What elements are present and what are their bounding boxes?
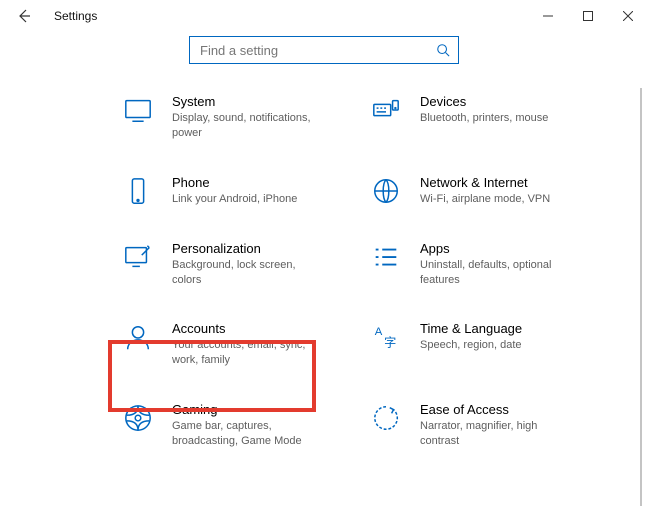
tile-title: Time & Language bbox=[420, 321, 522, 336]
minimize-button[interactable] bbox=[528, 0, 568, 32]
network-icon bbox=[370, 175, 402, 207]
system-icon bbox=[122, 94, 154, 126]
search-box[interactable] bbox=[189, 36, 459, 64]
tile-desc: Your accounts, email, sync, work, family bbox=[172, 338, 312, 368]
search-icon bbox=[436, 43, 450, 57]
tile-devices[interactable]: Devices Bluetooth, printers, mouse bbox=[366, 88, 594, 147]
devices-icon bbox=[370, 94, 402, 126]
tile-gaming[interactable]: Gaming Game bar, captures, broadcasting,… bbox=[118, 396, 346, 455]
tile-personalization[interactable]: Personalization Background, lock screen,… bbox=[118, 235, 346, 294]
tile-desc: Game bar, captures, broadcasting, Game M… bbox=[172, 419, 312, 449]
tile-desc: Link your Android, iPhone bbox=[172, 192, 297, 207]
ease-of-access-icon bbox=[370, 402, 402, 434]
tile-title: System bbox=[172, 94, 312, 109]
tile-desc: Wi-Fi, airplane mode, VPN bbox=[420, 192, 550, 207]
settings-grid: System Display, sound, notifications, po… bbox=[0, 88, 634, 455]
maximize-button[interactable] bbox=[568, 0, 608, 32]
window-title: Settings bbox=[54, 9, 97, 23]
tile-desc: Display, sound, notifications, power bbox=[172, 111, 312, 141]
personalization-icon bbox=[122, 241, 154, 273]
tile-desc: Bluetooth, printers, mouse bbox=[420, 111, 548, 126]
tile-title: Accounts bbox=[172, 321, 312, 336]
svg-text:A: A bbox=[375, 327, 383, 339]
tile-system[interactable]: System Display, sound, notifications, po… bbox=[118, 88, 346, 147]
tile-title: Gaming bbox=[172, 402, 312, 417]
window-controls bbox=[528, 0, 648, 32]
back-button[interactable] bbox=[8, 0, 40, 32]
tile-title: Devices bbox=[420, 94, 548, 109]
tile-time-language[interactable]: A 字 Time & Language Speech, region, date bbox=[366, 315, 594, 374]
apps-icon bbox=[370, 241, 402, 273]
tile-network[interactable]: Network & Internet Wi-Fi, airplane mode,… bbox=[366, 169, 594, 213]
scrollbar[interactable] bbox=[640, 88, 642, 506]
tile-desc: Uninstall, defaults, optional features bbox=[420, 258, 560, 288]
tile-title: Personalization bbox=[172, 241, 312, 256]
gaming-icon bbox=[122, 402, 154, 434]
tile-title: Phone bbox=[172, 175, 297, 190]
tile-apps[interactable]: Apps Uninstall, defaults, optional featu… bbox=[366, 235, 594, 294]
title-bar: Settings bbox=[0, 0, 648, 32]
search-input[interactable] bbox=[198, 42, 436, 59]
tile-title: Apps bbox=[420, 241, 560, 256]
accounts-icon bbox=[122, 321, 154, 353]
phone-icon bbox=[122, 175, 154, 207]
tile-phone[interactable]: Phone Link your Android, iPhone bbox=[118, 169, 346, 213]
tile-desc: Speech, region, date bbox=[420, 338, 522, 353]
tile-accounts[interactable]: Accounts Your accounts, email, sync, wor… bbox=[118, 315, 346, 374]
tile-desc: Background, lock screen, colors bbox=[172, 258, 312, 288]
tile-desc: Narrator, magnifier, high contrast bbox=[420, 419, 560, 449]
svg-text:字: 字 bbox=[384, 335, 396, 350]
tile-title: Ease of Access bbox=[420, 402, 560, 417]
time-language-icon: A 字 bbox=[370, 321, 402, 353]
close-button[interactable] bbox=[608, 0, 648, 32]
tile-title: Network & Internet bbox=[420, 175, 550, 190]
tile-ease-of-access[interactable]: Ease of Access Narrator, magnifier, high… bbox=[366, 396, 594, 455]
